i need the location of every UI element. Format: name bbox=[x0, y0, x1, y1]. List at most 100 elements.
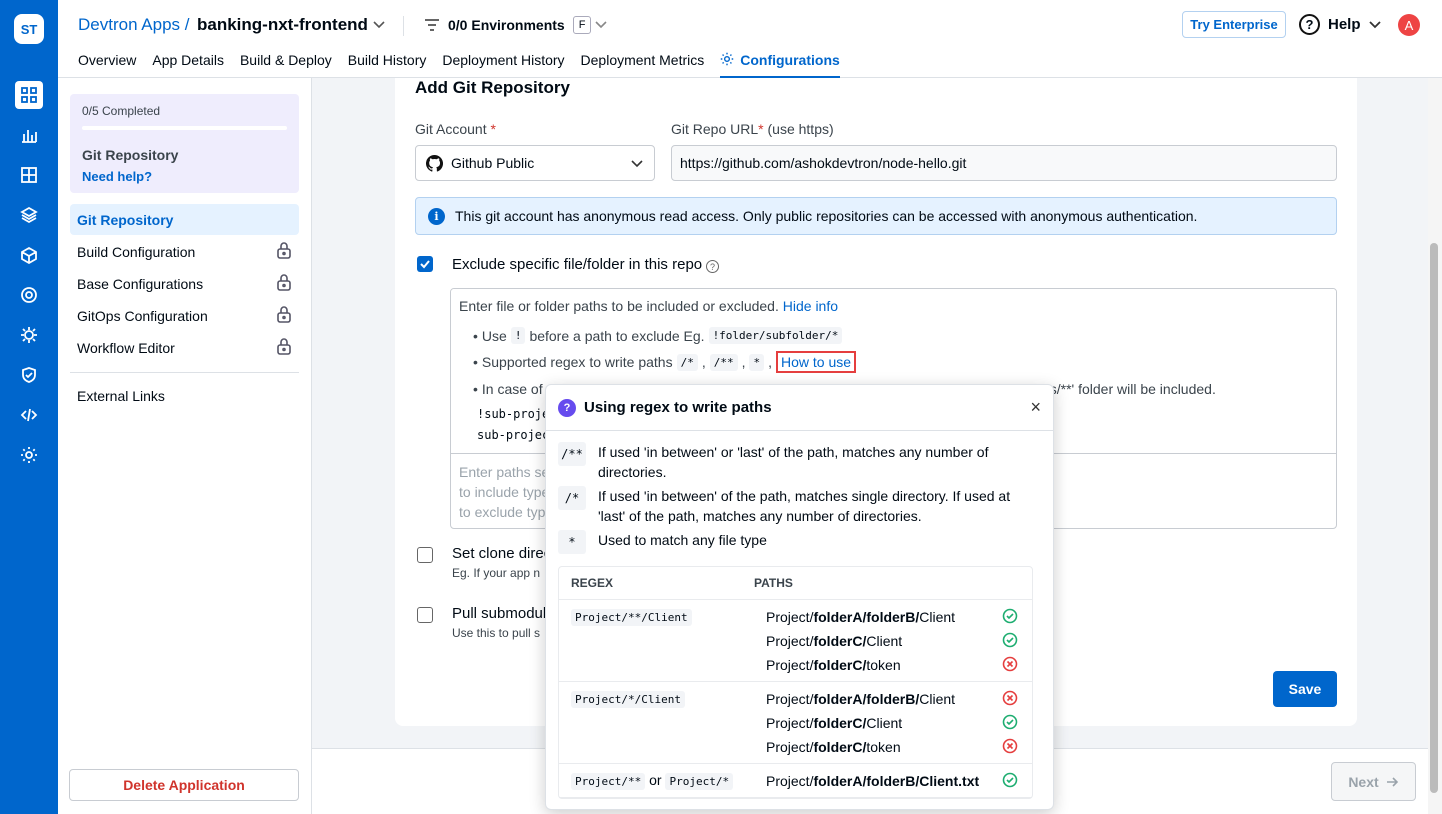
avatar[interactable]: A bbox=[1398, 14, 1420, 36]
info-icon: i bbox=[428, 207, 445, 225]
help-icon: ? bbox=[1299, 14, 1320, 35]
cluster-icon[interactable] bbox=[15, 201, 43, 229]
git-account-select[interactable]: Github Public bbox=[415, 145, 655, 181]
tab-overview[interactable]: Overview bbox=[78, 52, 136, 78]
tab-label: Configurations bbox=[740, 52, 840, 68]
sidebar-item-build-configuration[interactable]: Build Configuration bbox=[70, 236, 299, 267]
hide-info-link[interactable]: Hide info bbox=[783, 298, 838, 314]
paths-cell: Project/folderA/folderB/Client.txt bbox=[766, 769, 1018, 793]
repo-url-label: Git Repo URL* (use https) bbox=[671, 121, 834, 137]
git-account-label: Git Account * bbox=[415, 121, 496, 137]
next-label: Next bbox=[1348, 773, 1379, 790]
path-line: Project/folderC/token bbox=[766, 653, 1018, 677]
regex-cell: Project/**/Client bbox=[571, 608, 692, 626]
lock-icon bbox=[276, 337, 292, 358]
tab-build-history[interactable]: Build History bbox=[348, 52, 427, 78]
cross-circle-icon bbox=[1002, 656, 1018, 675]
regex-rule: /** If used 'in between' or 'last' of the… bbox=[558, 442, 1038, 482]
bug-icon[interactable] bbox=[15, 321, 43, 349]
app-name: banking-nxt-frontend bbox=[197, 15, 368, 34]
env-shortcut-badge: F bbox=[572, 16, 592, 34]
sidebar-item-workflow-editor[interactable]: Workflow Editor bbox=[70, 332, 299, 363]
chevron-down-icon[interactable] bbox=[372, 17, 386, 34]
pull-submodules-help: Use this to pull s bbox=[452, 626, 541, 640]
header-divider bbox=[403, 16, 404, 36]
cross-circle-icon bbox=[1002, 738, 1018, 757]
path-line: Project/folderA/folderB/Client bbox=[766, 605, 1018, 629]
tab-configurations[interactable]: Configurations bbox=[720, 52, 840, 78]
regex-help-popup: ? Using regex to write paths × /** If use… bbox=[545, 384, 1054, 810]
code-icon[interactable] bbox=[15, 401, 43, 429]
clone-directory-help: Eg. If your app n bbox=[452, 566, 541, 580]
security-icon[interactable] bbox=[15, 361, 43, 389]
save-button[interactable]: Save bbox=[1273, 671, 1337, 707]
sidebar-item-git-repository[interactable]: Git Repository bbox=[70, 204, 299, 235]
step-label: GitOps Configuration bbox=[77, 307, 208, 324]
config-sidebar: 0/5 Completed Git Repository Need help? … bbox=[58, 78, 312, 814]
cube-icon[interactable] bbox=[15, 241, 43, 269]
tab-app-details[interactable]: App Details bbox=[152, 52, 224, 78]
environment-count: 0/0 Environments bbox=[448, 17, 565, 33]
tab-build-deploy[interactable]: Build & Deploy bbox=[240, 52, 332, 78]
regex-cell: Project/** or Project/* bbox=[571, 772, 734, 790]
gear-icon[interactable] bbox=[15, 441, 43, 469]
try-enterprise-button[interactable]: Try Enterprise bbox=[1182, 11, 1286, 38]
need-help-link[interactable]: Need help? bbox=[82, 169, 287, 184]
close-icon[interactable]: × bbox=[1030, 397, 1041, 418]
devtron-logo[interactable]: ST bbox=[14, 14, 44, 52]
filter-icon bbox=[425, 19, 439, 31]
tab-deployment-metrics[interactable]: Deployment Metrics bbox=[581, 52, 705, 78]
breadcrumb-devtron-apps[interactable]: Devtron Apps / bbox=[78, 15, 190, 35]
environment-filter[interactable]: 0/0 Environments F bbox=[424, 16, 592, 34]
help-label: Help bbox=[1328, 16, 1361, 33]
check-circle-icon bbox=[1002, 632, 1018, 651]
list-item: • Supported regex to write paths /*, /**… bbox=[473, 351, 857, 373]
chart-store-icon[interactable] bbox=[15, 121, 43, 149]
tab-deployment-history[interactable]: Deployment History bbox=[442, 52, 564, 78]
scrollbar-thumb[interactable] bbox=[1430, 243, 1438, 793]
check-circle-icon bbox=[1002, 714, 1018, 733]
next-button[interactable]: Next bbox=[1331, 762, 1416, 801]
delete-application-button[interactable]: Delete Application bbox=[69, 769, 299, 801]
lock-icon bbox=[276, 241, 292, 262]
pull-submodules-label: Pull submodul bbox=[452, 605, 547, 622]
resource-browser-icon[interactable] bbox=[15, 161, 43, 189]
step-label: Git Repository bbox=[77, 211, 174, 228]
current-step: Git Repository bbox=[82, 147, 179, 163]
code-example-line: sub-projec bbox=[477, 428, 550, 442]
left-nav: ST bbox=[0, 0, 58, 814]
regex-cell: Project/*/Client bbox=[571, 690, 685, 708]
chevron-down-icon[interactable] bbox=[1368, 17, 1382, 34]
list-item: • Use ! before a path to exclude Eg. !fo… bbox=[473, 327, 843, 344]
deployment-icon[interactable] bbox=[15, 281, 43, 309]
regex-symbol: * bbox=[558, 530, 586, 554]
pull-submodules-checkbox[interactable] bbox=[417, 607, 433, 623]
sidebar-item-gitops-configuration[interactable]: GitOps Configuration bbox=[70, 300, 299, 331]
sidebar-item-base-configurations[interactable]: Base Configurations bbox=[70, 268, 299, 299]
progress-text: 0/5 Completed bbox=[82, 104, 161, 118]
table-header: REGEX PATHS bbox=[559, 567, 1032, 600]
path-line: Project/folderC/Client bbox=[766, 711, 1018, 735]
step-label: Base Configurations bbox=[77, 275, 204, 292]
form-title: Add Git Repository bbox=[415, 78, 570, 97]
help-menu[interactable]: ? Help bbox=[1299, 14, 1361, 35]
github-icon bbox=[426, 154, 443, 172]
clone-directory-checkbox[interactable] bbox=[417, 547, 433, 563]
question-icon[interactable]: ? bbox=[706, 260, 719, 273]
arrow-right-icon bbox=[1386, 776, 1398, 787]
repo-url-input[interactable]: https://github.com/ashokdevtron/node-hel… bbox=[671, 145, 1337, 181]
sidebar-item-external-links[interactable]: External Links bbox=[77, 388, 165, 404]
regex-table: REGEX PATHS Project/**/Client Project/fold… bbox=[558, 566, 1033, 799]
regex-description: If used 'in between' of the path, matche… bbox=[598, 488, 1011, 524]
exclude-checkbox[interactable] bbox=[417, 256, 433, 272]
check-circle-icon bbox=[1002, 772, 1018, 791]
question-icon: ? bbox=[558, 398, 576, 417]
table-row: Project/*/Client Project/folderA/folderB/… bbox=[559, 682, 1032, 764]
how-to-use-link[interactable]: How to use bbox=[776, 351, 857, 373]
path-line: Project/folderC/Client bbox=[766, 629, 1018, 653]
chevron-down-icon[interactable] bbox=[594, 17, 608, 34]
progress-bar bbox=[82, 126, 287, 130]
regex-symbol: /** bbox=[558, 442, 586, 466]
applications-icon[interactable] bbox=[15, 81, 43, 109]
path-line: Project/folderA/folderB/Client.txt bbox=[766, 769, 1018, 793]
